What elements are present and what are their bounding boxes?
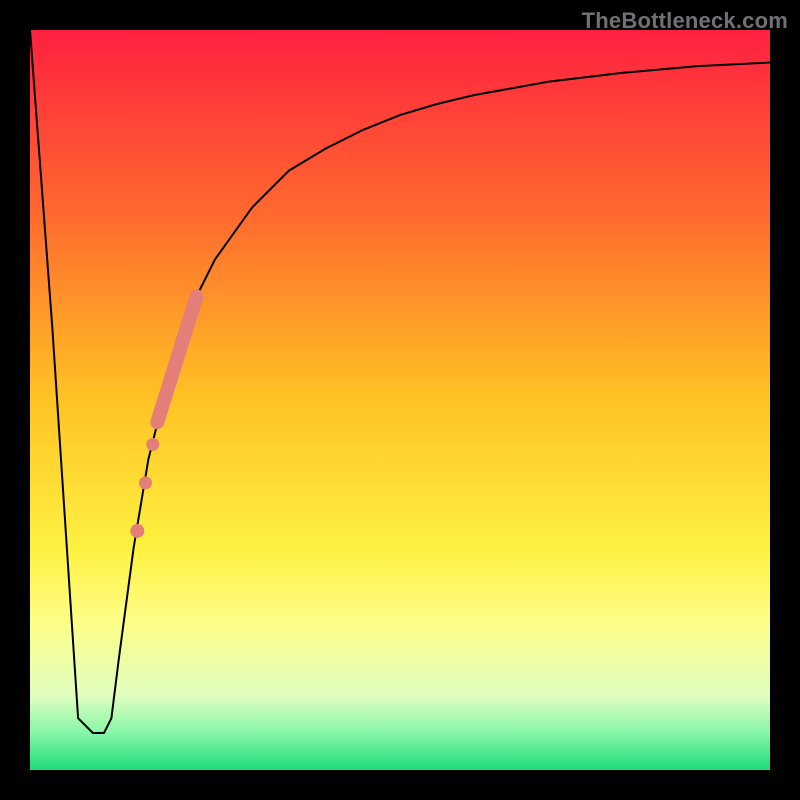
- highlight-point: [139, 476, 152, 489]
- plot-area: [30, 30, 770, 770]
- highlight-points: [130, 438, 159, 538]
- chart-curve-layer: [30, 30, 770, 770]
- chart-frame: TheBottleneck.com: [0, 0, 800, 800]
- bottleneck-curve: [30, 30, 770, 733]
- highlight-point: [130, 524, 144, 538]
- highlight-point: [146, 438, 159, 451]
- watermark: TheBottleneck.com: [582, 8, 788, 34]
- highlight-bar: [157, 296, 196, 422]
